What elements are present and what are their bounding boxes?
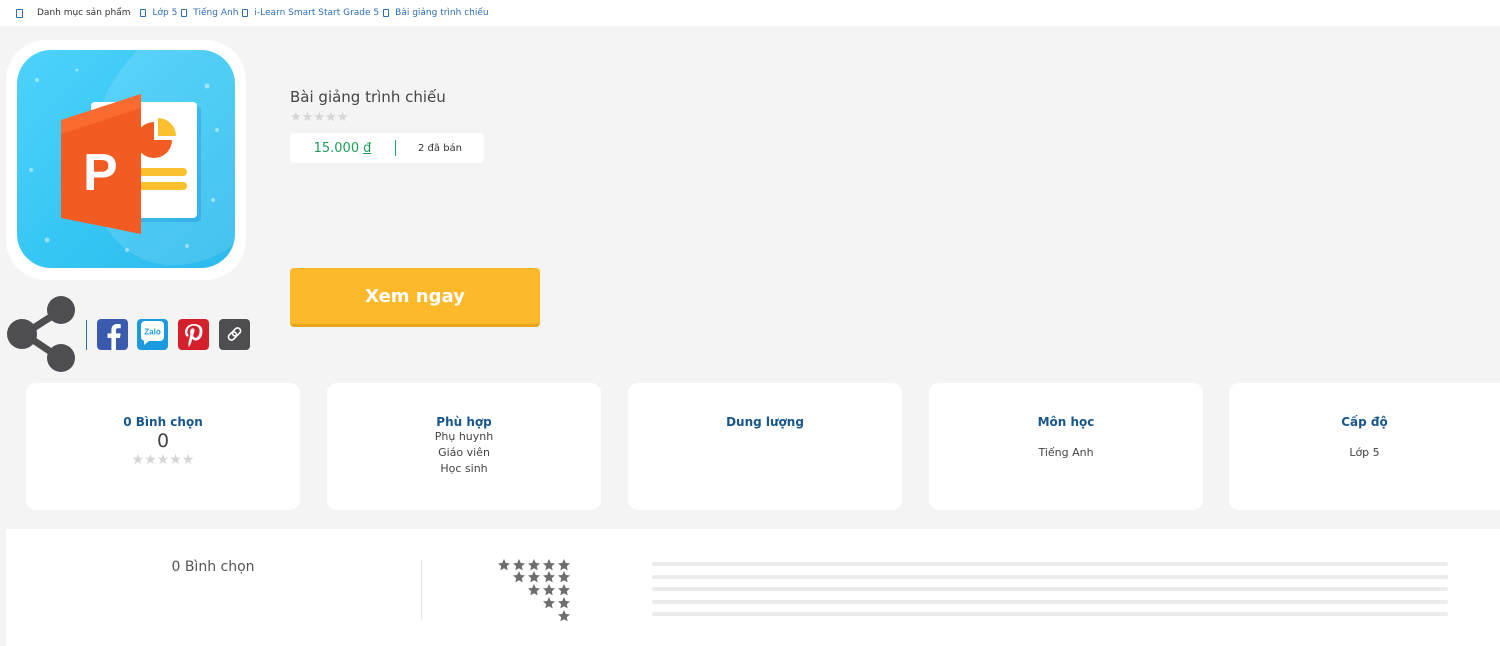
three-star-row bbox=[528, 584, 570, 596]
votes-card-title: 0 Bình chọn bbox=[123, 415, 203, 429]
star-icon: ★ bbox=[181, 452, 195, 468]
facebook-icon[interactable] bbox=[97, 319, 128, 350]
star-icon: ★ bbox=[313, 110, 325, 125]
home-icon[interactable] bbox=[16, 8, 23, 18]
rating-bar-3 bbox=[652, 587, 1448, 591]
size-card: Dung lượng bbox=[628, 383, 902, 510]
subject-card-title: Môn học bbox=[1037, 415, 1095, 429]
review-count: 0 Bình chọn bbox=[171, 559, 255, 575]
breadcrumb-separator-icon bbox=[181, 9, 188, 17]
rating-levels-stars bbox=[498, 559, 570, 622]
breadcrumb-separator-icon bbox=[242, 9, 249, 17]
level-card: Cấp độ Lớp 5 bbox=[1229, 383, 1500, 510]
size-card-title: Dung lượng bbox=[726, 415, 804, 429]
review-divider bbox=[421, 560, 422, 620]
product-price: 15.000 đ bbox=[290, 141, 395, 156]
breadcrumb-separator-icon bbox=[383, 9, 390, 17]
star-icon: ★ bbox=[324, 110, 337, 125]
breadcrumb-item-series[interactable]: i-Learn Smart Start Grade 5 bbox=[254, 8, 379, 18]
star-icon: ★ bbox=[144, 452, 157, 468]
product-rating: ★ ★ ★ ★ ★ bbox=[290, 111, 348, 124]
star-icon: ★ bbox=[301, 110, 314, 125]
suitable-card-title: Phù hợp bbox=[436, 415, 492, 429]
sold-count: 2 đã bán bbox=[418, 142, 463, 154]
price-currency: đ bbox=[363, 140, 372, 156]
breadcrumb-item-current[interactable]: Bài giảng trình chiếu bbox=[395, 8, 488, 18]
star-icon: ★ bbox=[156, 452, 170, 468]
level-value: Lớp 5 bbox=[1349, 446, 1380, 459]
rating-bar-2 bbox=[652, 600, 1448, 604]
review-summary: 0 Bình chọn bbox=[6, 529, 1500, 646]
breadcrumb-item-subject[interactable]: Tiếng Anh bbox=[193, 8, 238, 18]
subject-value: Tiếng Anh bbox=[1038, 446, 1094, 459]
breadcrumb-root[interactable]: Danh mục sản phẩm bbox=[37, 8, 130, 18]
view-now-button[interactable]: Xem ngay bbox=[290, 268, 540, 327]
product-image: P bbox=[6, 40, 246, 280]
svg-text:P: P bbox=[83, 144, 118, 202]
zalo-icon[interactable]: Zalo bbox=[137, 319, 168, 350]
four-star-row bbox=[513, 571, 570, 583]
copy-link-icon[interactable] bbox=[219, 319, 250, 350]
star-icon: ★ bbox=[131, 452, 145, 468]
subject-card: Môn học Tiếng Anh bbox=[929, 383, 1203, 510]
pinterest-icon[interactable] bbox=[178, 319, 209, 350]
suitable-item: Giáo viên bbox=[438, 446, 490, 459]
info-cards: 0 Bình chọn 0 ★ ★ ★ ★ ★ Phù hợp Phụ huyn… bbox=[0, 383, 1500, 510]
share-icon[interactable] bbox=[4, 294, 78, 374]
votes-card: 0 Bình chọn 0 ★ ★ ★ ★ ★ bbox=[26, 383, 300, 510]
star-icon: ★ bbox=[336, 110, 349, 125]
rating-bar-1 bbox=[652, 612, 1448, 616]
breadcrumb-item-grade[interactable]: Lớp 5 bbox=[152, 8, 177, 18]
suitable-card: Phù hợp Phụ huynh Giáo viên Học sinh bbox=[327, 383, 601, 510]
one-star-row bbox=[558, 610, 570, 622]
suitable-item: Phụ huynh bbox=[434, 430, 494, 443]
svg-text:Zalo: Zalo bbox=[144, 328, 161, 337]
star-icon: ★ bbox=[169, 452, 182, 468]
breadcrumb-separator-icon bbox=[140, 9, 147, 17]
share-divider bbox=[86, 320, 87, 350]
price-value: 15.000 bbox=[313, 140, 360, 156]
breadcrumb: Danh mục sản phẩm Lớp 5 Tiếng Anh i-Lear… bbox=[0, 0, 1500, 26]
five-star-row bbox=[498, 559, 570, 571]
rating-bar-4 bbox=[652, 575, 1448, 579]
star-icon: ★ bbox=[290, 110, 302, 125]
product-title: Bài giảng trình chiếu bbox=[290, 88, 446, 106]
two-star-row bbox=[543, 597, 570, 609]
powerpoint-app-icon: P bbox=[17, 50, 235, 268]
votes-value: 0 bbox=[156, 430, 170, 452]
votes-stars: ★ ★ ★ ★ ★ bbox=[26, 453, 300, 467]
price-box: 15.000 đ 2 đã bán bbox=[290, 133, 484, 163]
rating-bar-5 bbox=[652, 562, 1448, 566]
level-card-title: Cấp độ bbox=[1341, 415, 1388, 429]
suitable-item: Học sinh bbox=[440, 462, 488, 475]
